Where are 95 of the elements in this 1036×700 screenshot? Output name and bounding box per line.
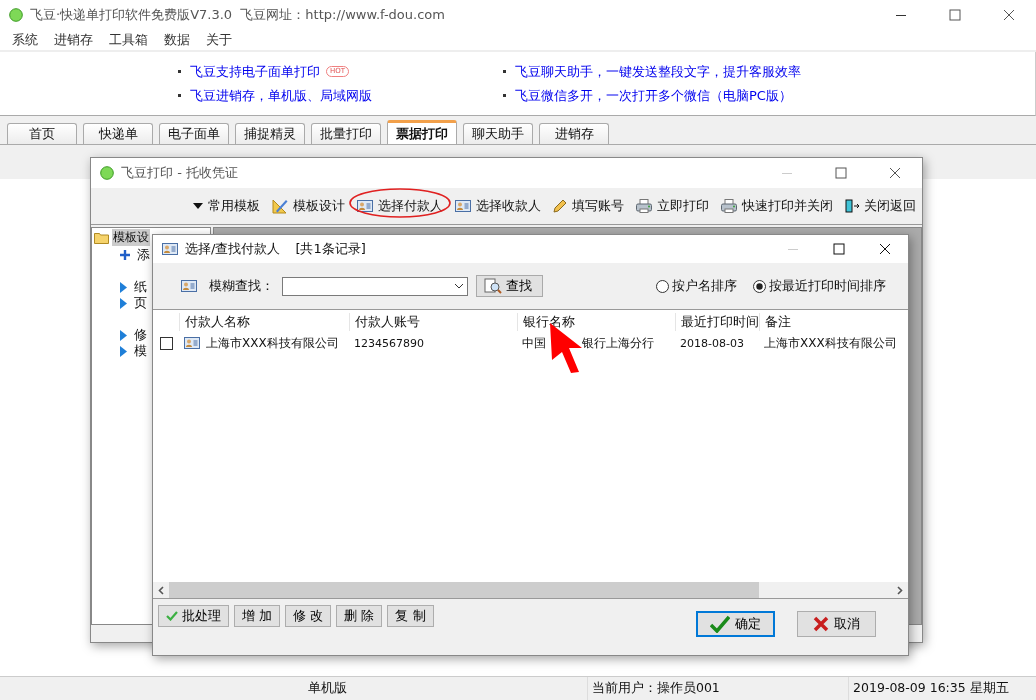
triangle-right-icon <box>120 329 127 341</box>
column-header[interactable]: 付款人账号 <box>349 313 517 331</box>
printer-icon <box>636 199 652 213</box>
toolbar-button[interactable]: 常用模板 <box>193 197 260 215</box>
column-header[interactable]: 付款人名称 <box>179 313 349 331</box>
caret-down-icon <box>193 203 203 209</box>
toolbar-button[interactable]: 模板设计 <box>272 197 345 215</box>
menu-item[interactable]: 关于 <box>206 31 232 49</box>
tab[interactable]: 首页 <box>7 123 77 144</box>
menu-item[interactable]: 数据 <box>164 31 190 49</box>
table-cell: 1234567890 <box>354 336 424 350</box>
contact-card-icon <box>181 280 197 292</box>
toolbar-button[interactable]: 立即打印 <box>636 197 709 215</box>
news-link[interactable]: 飞豆支持电子面单打印 <box>190 62 320 81</box>
tab[interactable]: 捕捉精灵 <box>235 123 305 144</box>
tab[interactable]: 聊天助手 <box>463 123 533 144</box>
status-text: 单机版 <box>308 680 347 697</box>
tab[interactable]: 快递单 <box>83 123 153 144</box>
toolbar-button[interactable]: 填写账号 <box>553 197 624 215</box>
scrollbar-thumb[interactable] <box>169 582 759 598</box>
action-button[interactable]: 批处理 <box>158 605 229 627</box>
status-text: 2019-08-09 16:35 星期五 <box>853 680 1009 697</box>
window-title: 飞豆打印 - 托收凭证 <box>121 164 238 182</box>
radio-icon[interactable] <box>656 279 669 293</box>
status-text: 当前用户：操作员001 <box>591 680 720 697</box>
chevron-down-icon[interactable] <box>454 283 464 289</box>
table-cell: 上海市XXX科技有限公司 <box>764 334 897 352</box>
cross-icon <box>813 616 829 632</box>
window-title: 飞豆·快递单打印软件免费版V7.3.0 飞豆网址：http://www.f-dou.com <box>30 6 445 24</box>
tree-item[interactable]: 修 <box>133 326 148 344</box>
radio-icon[interactable] <box>753 279 766 293</box>
column-header[interactable]: 最近打印时间 <box>675 313 759 331</box>
table-cell: 中国 <box>522 334 546 352</box>
scroll-right-icon[interactable] <box>897 585 903 595</box>
news-link[interactable]: 飞豆微信多开，一次打开多个微信（电脑PC版） <box>515 86 792 105</box>
toolbar-button[interactable]: 关闭返回 <box>845 197 916 215</box>
scroll-left-icon[interactable] <box>158 585 164 595</box>
contact-card-icon <box>455 200 471 212</box>
tab[interactable]: 电子面单 <box>159 123 229 144</box>
confirm-button[interactable]: 确定 <box>696 611 775 637</box>
news-link[interactable]: 飞豆进销存，单机版、局域网版 <box>190 86 372 105</box>
tree-item[interactable]: 添 <box>136 246 151 264</box>
table-cell: 上海市XXX科技有限公司 <box>206 334 339 352</box>
record-count: [共1条记录] <box>295 240 366 258</box>
tree-item[interactable]: 纸 <box>133 278 148 296</box>
contact-card-icon <box>184 337 200 349</box>
ruler-pencil-icon <box>272 198 288 214</box>
cancel-button[interactable]: 取消 <box>797 611 876 637</box>
column-header[interactable]: 备注 <box>759 313 909 331</box>
table-cell: 2018-08-03 <box>680 336 744 350</box>
tab[interactable]: 进销存 <box>539 123 609 144</box>
action-button[interactable]: 复 制 <box>387 605 434 627</box>
sort-radio[interactable]: 按最近打印时间排序 <box>753 277 886 295</box>
tree-item[interactable]: 页 <box>133 294 148 312</box>
close-icon[interactable] <box>889 167 901 179</box>
tab[interactable]: 票据打印 <box>387 120 457 144</box>
maximize-icon[interactable] <box>835 167 847 179</box>
menu-item[interactable]: 进销存 <box>54 31 93 49</box>
close-icon[interactable] <box>1003 9 1015 21</box>
maximize-icon[interactable] <box>833 243 845 255</box>
check-icon <box>166 611 178 621</box>
close-icon[interactable] <box>879 243 891 255</box>
search-field[interactable] <box>282 276 468 296</box>
search-icon <box>484 278 502 294</box>
triangle-right-icon <box>120 345 127 357</box>
pencil-icon <box>553 199 567 213</box>
toolbar-button[interactable]: 快速打印并关闭 <box>721 197 833 215</box>
triangle-right-icon <box>120 297 127 309</box>
contact-card-icon <box>162 243 178 255</box>
check-icon <box>710 615 730 633</box>
triangle-right-icon <box>120 281 127 293</box>
app-logo-icon <box>9 8 23 22</box>
printer-icon <box>721 199 737 213</box>
action-button[interactable]: 删 除 <box>336 605 383 627</box>
action-button[interactable]: 增 加 <box>234 605 281 627</box>
menu-item[interactable]: 系统 <box>12 31 38 49</box>
menu-item[interactable]: 工具箱 <box>109 31 148 49</box>
maximize-icon[interactable] <box>949 9 961 21</box>
tab[interactable]: 批量打印 <box>311 123 381 144</box>
app-logo-icon <box>100 166 114 180</box>
folder-icon <box>94 231 110 244</box>
dialog-title: 选择/查找付款人 <box>185 240 281 258</box>
table-cell: 银行上海分行 <box>582 334 654 352</box>
tree-item[interactable]: 模 <box>133 342 148 360</box>
news-link[interactable]: 飞豆聊天助手，一键发送整段文字，提升客服效率 <box>515 62 801 81</box>
action-button[interactable]: 修 改 <box>285 605 332 627</box>
tree-item[interactable]: 模板设 <box>112 229 150 246</box>
contact-card-icon <box>357 200 373 212</box>
sort-radio[interactable]: 按户名排序 <box>656 277 737 295</box>
toolbar-button[interactable]: 选择收款人 <box>455 197 541 215</box>
exit-door-icon <box>845 199 859 213</box>
search-button[interactable]: 查找 <box>476 275 543 297</box>
search-label: 模糊查找： <box>209 277 274 295</box>
plus-icon <box>120 250 130 260</box>
row-checkbox[interactable] <box>160 336 173 350</box>
